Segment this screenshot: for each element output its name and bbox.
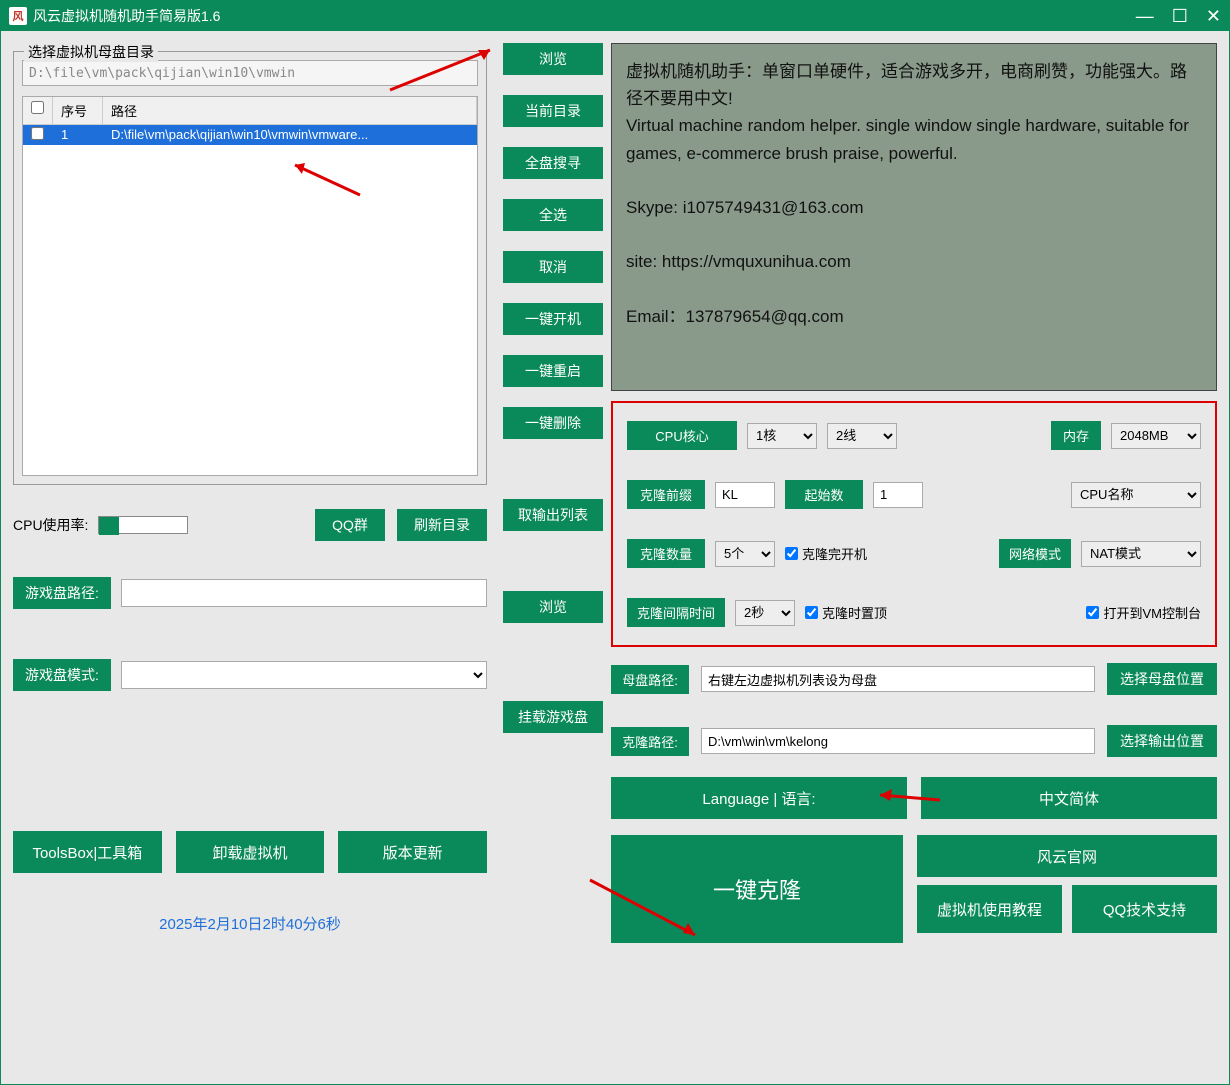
row-num: 1	[53, 125, 103, 145]
master-path-label: 母盘路径:	[611, 665, 689, 694]
open-console-checkbox[interactable]: 打开到VM控制台	[1086, 603, 1201, 622]
window-title: 风云虚拟机随机助手简易版1.6	[33, 6, 220, 26]
master-path-input[interactable]	[22, 60, 478, 86]
clone-path-label: 克隆路径:	[611, 727, 689, 756]
game-mode-label: 游戏盘模式:	[13, 659, 111, 691]
get-output-list-button[interactable]: 取输出列表	[503, 499, 603, 531]
cpu-core-select[interactable]: 1核	[747, 423, 817, 449]
refresh-dir-button[interactable]: 刷新目录	[397, 509, 487, 541]
col-num-header: 序号	[53, 97, 103, 124]
version-update-button[interactable]: 版本更新	[338, 831, 487, 873]
select-master-button[interactable]: 选择母盘位置	[1107, 663, 1217, 695]
maximize-icon[interactable]: ☐	[1172, 6, 1188, 27]
row-path: D:\file\vm\pack\qijian\win10\vmwin\vmwar…	[103, 125, 477, 145]
tutorial-button[interactable]: 虚拟机使用教程	[917, 885, 1062, 933]
master-path-field[interactable]	[701, 666, 1095, 692]
dir-group-title: 选择虚拟机母盘目录	[24, 42, 158, 62]
col-checkbox[interactable]	[23, 97, 53, 124]
clone-path-field[interactable]	[701, 728, 1095, 754]
net-mode-label: 网络模式	[999, 539, 1071, 568]
info-email: Email：137879654@qq.com	[626, 303, 1202, 330]
info-line-2: Virtual machine random helper. single wi…	[626, 112, 1202, 166]
uninstall-vm-button[interactable]: 卸载虚拟机	[176, 831, 325, 873]
select-output-button[interactable]: 选择输出位置	[1107, 725, 1217, 757]
game-browse-button[interactable]: 浏览	[503, 591, 603, 623]
timestamp-label: 2025年2月10日2时40分6秒	[13, 913, 487, 934]
clone-interval-label: 克隆间隔时间	[627, 598, 725, 627]
toolsbox-button[interactable]: ToolsBox|工具箱	[13, 831, 162, 873]
clone-interval-select[interactable]: 2秒	[735, 600, 795, 626]
game-mode-select[interactable]	[121, 661, 487, 689]
language-label-button[interactable]: Language | 语言:	[611, 777, 907, 819]
game-path-input[interactable]	[121, 579, 487, 607]
select-all-button[interactable]: 全选	[503, 199, 603, 231]
clone-count-label: 克隆数量	[627, 539, 705, 568]
net-mode-select[interactable]: NAT模式	[1081, 541, 1201, 567]
info-line-1: 虚拟机随机助手：单窗口单硬件，适合游戏多开，电商刷赞，功能强大。路径不要用中文!	[626, 58, 1202, 112]
info-site: site: https://vmquxunihua.com	[626, 248, 1202, 275]
boot-after-clone-checkbox[interactable]: 克隆完开机	[785, 544, 867, 563]
cpu-usage-bar	[98, 516, 188, 534]
browse-button[interactable]: 浏览	[503, 43, 603, 75]
vm-list-table: 序号 路径 1 D:\file\vm\pack\qijian\win10\vmw…	[22, 96, 478, 476]
app-icon: 风	[9, 7, 27, 25]
dir-groupbox: 选择虚拟机母盘目录 序号 路径 1 D:\file\vm\pa	[13, 51, 487, 485]
clone-prefix-label: 克隆前缀	[627, 480, 705, 509]
power-on-button[interactable]: 一键开机	[503, 303, 603, 335]
reboot-button[interactable]: 一键重启	[503, 355, 603, 387]
full-search-button[interactable]: 全盘搜寻	[503, 147, 603, 179]
memory-label: 内存	[1051, 421, 1101, 450]
info-panel: 虚拟机随机助手：单窗口单硬件，适合游戏多开，电商刷赞，功能强大。路径不要用中文!…	[611, 43, 1217, 391]
mount-game-disk-button[interactable]: 挂载游戏盘	[503, 701, 603, 733]
memory-select[interactable]: 2048MB	[1111, 423, 1201, 449]
language-value-button[interactable]: 中文简体	[921, 777, 1217, 819]
one-click-clone-button[interactable]: 一键克隆	[611, 835, 903, 943]
qq-support-button[interactable]: QQ技术支持	[1072, 885, 1217, 933]
game-path-label: 游戏盘路径:	[13, 577, 111, 609]
clone-settings-panel: CPU核心 1核 2线 内存 2048MB 克隆前缀 起始数 CPU名称 克隆数	[611, 401, 1217, 647]
cancel-button[interactable]: 取消	[503, 251, 603, 283]
topmost-checkbox[interactable]: 克隆时置顶	[805, 603, 887, 622]
cpu-name-select[interactable]: CPU名称	[1071, 482, 1201, 508]
table-row[interactable]: 1 D:\file\vm\pack\qijian\win10\vmwin\vmw…	[23, 125, 477, 145]
clone-count-select[interactable]: 5个	[715, 541, 775, 567]
close-icon[interactable]: ✕	[1206, 6, 1221, 27]
minimize-icon[interactable]: —	[1136, 6, 1154, 27]
start-num-input[interactable]	[873, 482, 923, 508]
row-checkbox[interactable]	[31, 127, 44, 140]
qq-group-button[interactable]: QQ群	[315, 509, 385, 541]
col-path-header: 路径	[103, 97, 477, 124]
clone-prefix-input[interactable]	[715, 482, 775, 508]
delete-button[interactable]: 一键删除	[503, 407, 603, 439]
current-dir-button[interactable]: 当前目录	[503, 95, 603, 127]
cpu-thread-select[interactable]: 2线	[827, 423, 897, 449]
start-num-label: 起始数	[785, 480, 863, 509]
cpu-core-label: CPU核心	[627, 421, 737, 450]
official-site-button[interactable]: 风云官网	[917, 835, 1217, 877]
titlebar: 风 风云虚拟机随机助手简易版1.6 — ☐ ✕	[1, 1, 1229, 31]
cpu-usage-label: CPU使用率:	[13, 515, 88, 535]
info-skype: Skype: i1075749431@163.com	[626, 194, 1202, 221]
